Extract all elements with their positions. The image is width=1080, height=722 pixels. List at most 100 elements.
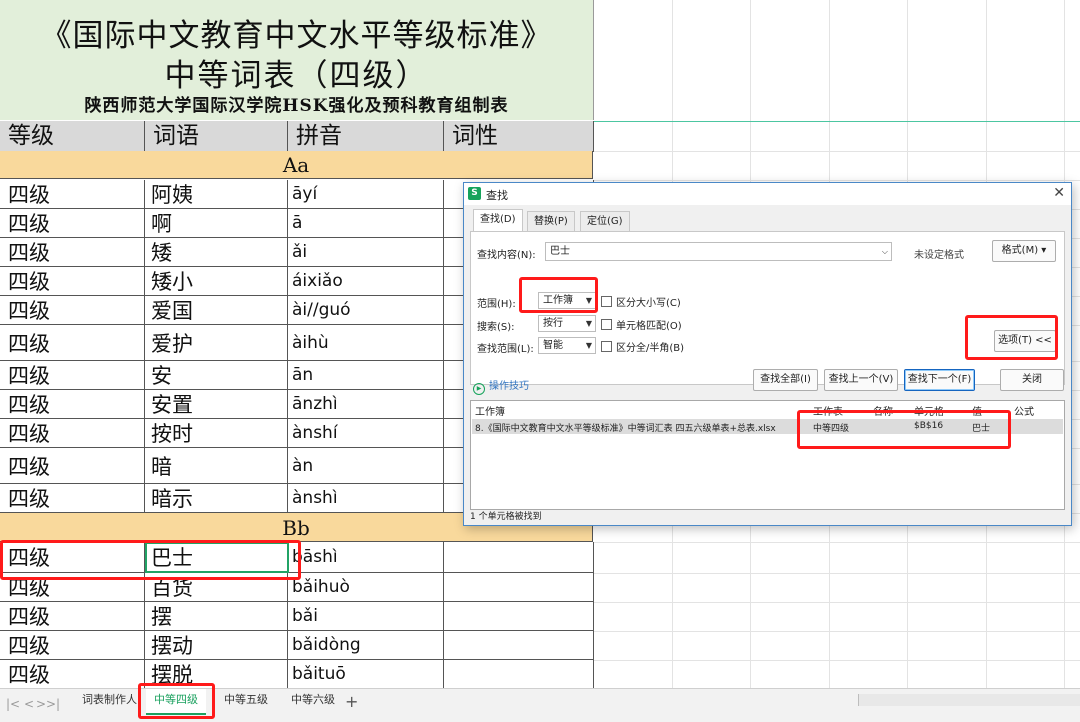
look-in-select[interactable]: 智能 ▼: [538, 337, 596, 354]
word-cell[interactable]: 矮小: [145, 267, 288, 295]
word-cell[interactable]: 摆动: [145, 631, 288, 659]
find-what-value: 巴士: [550, 246, 570, 257]
format-button[interactable]: 格式(M) ▾: [992, 240, 1056, 262]
word-cell[interactable]: 爱国: [145, 296, 288, 324]
sheet-tab-author[interactable]: 词表制作人: [74, 689, 145, 713]
level-cell[interactable]: 四级: [0, 361, 145, 389]
word-cell[interactable]: 安置: [145, 390, 288, 418]
pinyin-cell[interactable]: àn: [288, 448, 444, 483]
pinyin-cell[interactable]: ài//guó: [288, 296, 444, 324]
find-next-button[interactable]: 查找下一个(F): [904, 369, 975, 391]
header-word[interactable]: 词语: [145, 121, 288, 151]
next-sheet-icon[interactable]: >: [36, 697, 46, 711]
table-header-row: 等级 词语 拼音 词性: [0, 121, 594, 152]
word-cell[interactable]: 暗示: [145, 484, 288, 512]
sheet-subtitle: 中等词表（四级）: [164, 58, 429, 94]
tab-find[interactable]: 查找(D): [473, 209, 523, 233]
level-cell[interactable]: 四级: [0, 631, 145, 659]
pos-cell[interactable]: [444, 602, 594, 630]
word-cell[interactable]: 摆: [145, 602, 288, 630]
level-cell[interactable]: 四级: [0, 660, 145, 688]
last-sheet-icon[interactable]: >|: [46, 697, 60, 711]
pinyin-cell[interactable]: ānzhì: [288, 390, 444, 418]
level-cell[interactable]: 四级: [0, 448, 145, 483]
search-order-select[interactable]: 按行 ▼: [538, 315, 596, 332]
word-cell[interactable]: 爱护: [145, 325, 288, 360]
result-col-formula[interactable]: 公式: [1014, 403, 1034, 418]
sheet-tab-level5[interactable]: 中等五级: [216, 689, 276, 713]
word-cell[interactable]: 啊: [145, 209, 288, 237]
prev-sheet-icon[interactable]: <: [24, 697, 34, 711]
dialog-titlebar[interactable]: S 查找 ✕: [464, 183, 1071, 205]
pinyin-cell[interactable]: àihù: [288, 325, 444, 360]
section-band-a[interactable]: Aa: [0, 151, 593, 179]
pinyin-cell[interactable]: ān: [288, 361, 444, 389]
level-cell[interactable]: 四级: [0, 484, 145, 512]
level-cell[interactable]: 四级: [0, 325, 145, 360]
word-cell[interactable]: 暗: [145, 448, 288, 483]
tab-goto[interactable]: 定位(G): [580, 211, 630, 232]
scope-label: 范围(H):: [477, 299, 516, 310]
level-cell[interactable]: 四级: [0, 296, 145, 324]
pinyin-cell[interactable]: bǎi: [288, 602, 444, 630]
find-all-button[interactable]: 查找全部(I): [753, 369, 818, 391]
pinyin-cell[interactable]: áixiǎo: [288, 267, 444, 295]
result-workbook: 8.《国际中文教育中文水平等级标准》中等词汇表 四五六级单表+总表.xlsx: [475, 424, 776, 434]
match-cell-checkbox[interactable]: 单元格匹配(O): [601, 317, 682, 332]
level-cell[interactable]: 四级: [0, 238, 145, 266]
pinyin-cell[interactable]: bǎidòng: [288, 631, 444, 659]
look-in-label: 查找范围(L):: [477, 344, 534, 355]
header-pinyin[interactable]: 拼音: [288, 121, 444, 151]
level-cell[interactable]: 四级: [0, 267, 145, 295]
add-sheet-icon[interactable]: +: [345, 692, 358, 711]
pos-cell[interactable]: [444, 631, 594, 659]
word-cell[interactable]: 矮: [145, 238, 288, 266]
pinyin-cell[interactable]: ā: [288, 209, 444, 237]
pinyin-cell[interactable]: bǎituō: [288, 660, 444, 688]
pos-cell[interactable]: [444, 542, 594, 572]
checkbox-box: [601, 341, 612, 352]
first-sheet-icon[interactable]: |<: [6, 697, 20, 711]
tips-link[interactable]: ▶ 操作技巧: [473, 377, 529, 395]
level-cell[interactable]: 四级: [0, 419, 145, 447]
format-status: 未设定格式: [914, 250, 964, 261]
match-case-checkbox[interactable]: 区分大小写(C): [601, 294, 681, 309]
word-cell[interactable]: 安: [145, 361, 288, 389]
look-in-value: 智能: [543, 340, 563, 351]
sheet-author-line: 陕西师范大学国际汉学院HSK强化及预科教育组制表: [84, 96, 509, 116]
sheet-title: 《国际中文教育中文水平等级标准》: [40, 18, 553, 54]
pos-cell[interactable]: [444, 660, 594, 688]
pinyin-cell[interactable]: āyí: [288, 180, 444, 208]
pos-cell[interactable]: [444, 573, 594, 601]
level-cell[interactable]: 四级: [0, 209, 145, 237]
chevron-down-icon: ▼: [585, 319, 592, 328]
tips-link-label: 操作技巧: [489, 381, 529, 392]
highlight-scope: [519, 277, 598, 313]
find-previous-button[interactable]: 查找上一个(V): [824, 369, 898, 391]
pinyin-cell[interactable]: ǎi: [288, 238, 444, 266]
match-width-checkbox[interactable]: 区分全/半角(B): [601, 339, 684, 354]
table-row: 四级 摆动 bǎidòng: [0, 631, 594, 660]
close-button[interactable]: 关闭: [1000, 369, 1064, 391]
pinyin-cell[interactable]: ànshí: [288, 419, 444, 447]
pinyin-cell[interactable]: bāshì: [288, 542, 444, 572]
horizontal-scrollbar[interactable]: [858, 694, 1080, 706]
close-icon[interactable]: ✕: [1053, 185, 1065, 201]
sheet-title-block[interactable]: 《国际中文教育中文水平等级标准》 中等词表（四级） 陕西师范大学国际汉学院HSK…: [0, 0, 594, 120]
level-cell[interactable]: 四级: [0, 180, 145, 208]
header-level[interactable]: 等级: [0, 121, 145, 151]
sheet-tab-level6[interactable]: 中等六级: [283, 689, 343, 713]
level-cell[interactable]: 四级: [0, 602, 145, 630]
result-col-workbook[interactable]: 工作簿: [475, 403, 505, 418]
word-cell[interactable]: 按时: [145, 419, 288, 447]
chevron-down-icon[interactable]: ⌵: [882, 243, 888, 260]
find-what-input[interactable]: 巴士 ⌵: [545, 242, 892, 261]
highlight-result: [797, 410, 1011, 449]
level-cell[interactable]: 四级: [0, 390, 145, 418]
tab-replace[interactable]: 替换(P): [527, 211, 575, 232]
highlight-active-tab: [138, 683, 215, 719]
pinyin-cell[interactable]: ànshì: [288, 484, 444, 512]
pinyin-cell[interactable]: bǎihuò: [288, 573, 444, 601]
word-cell[interactable]: 阿姨: [145, 180, 288, 208]
header-pos[interactable]: 词性: [444, 121, 594, 151]
